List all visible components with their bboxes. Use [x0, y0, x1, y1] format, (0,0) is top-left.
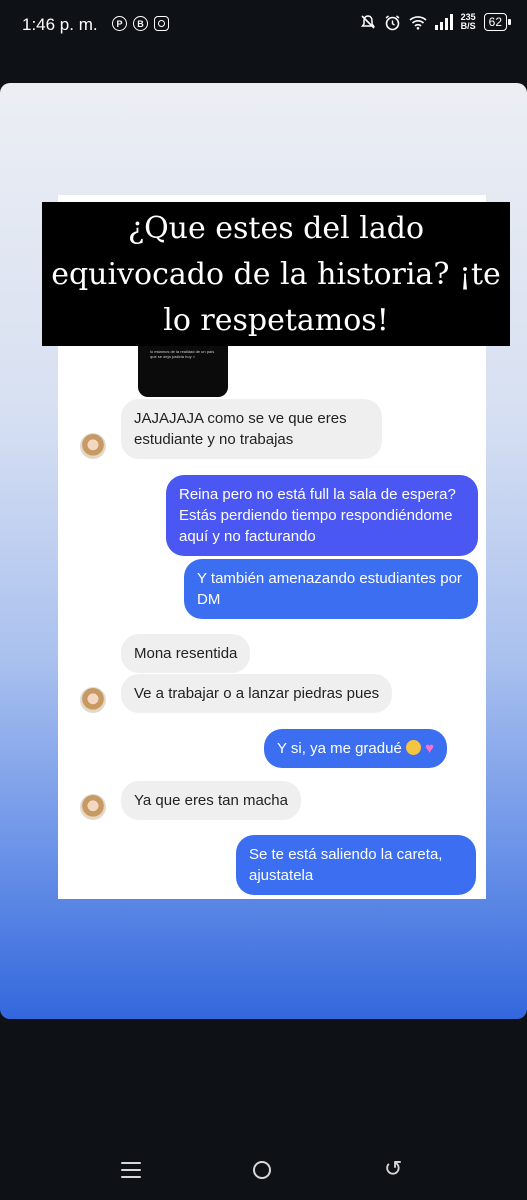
notification-icons: P B	[112, 16, 169, 31]
status-time: 1:46 p. m.	[22, 15, 98, 34]
wifi-icon	[409, 15, 427, 30]
mute-bell-icon	[360, 15, 375, 29]
story-headline: ¿Que estes del lado equivocado de la his…	[42, 202, 510, 346]
avatar	[80, 687, 106, 713]
back-icon[interactable]: ↺	[384, 1156, 402, 1182]
message-sent: Y también amenazando estudiantes por DM	[184, 559, 478, 619]
b-icon: B	[133, 16, 148, 31]
hearts-emoji-icon: ♥	[425, 740, 435, 757]
navigation-bar: ↺	[0, 1140, 527, 1200]
signal-icon	[434, 14, 453, 30]
system-icons: 235 B/S 62	[360, 12, 512, 31]
recent-apps-icon[interactable]	[121, 1162, 141, 1179]
message-sent: Y si, ya me gradué ♥	[264, 729, 448, 768]
avatar	[80, 794, 106, 820]
message-received: Ya que eres tan macha	[121, 781, 301, 820]
message-received: Ve a trabajar o a lanzar piedras pues	[121, 674, 393, 713]
pinterest-icon: P	[112, 16, 127, 31]
alarm-icon	[385, 14, 400, 30]
message-sent: Reina pero no está full la sala de esper…	[166, 475, 478, 556]
network-speed: 235 B/S	[460, 12, 476, 31]
avatar	[80, 433, 106, 459]
home-icon[interactable]	[253, 1161, 271, 1179]
message-sent: Se te está saliendo la careta, ajustatel…	[236, 835, 476, 895]
message-received: Mona resentida	[121, 634, 251, 673]
status-bar: 1:46 p. m. P B 235 B/S 62	[0, 0, 527, 52]
story-card[interactable]: lo estamos de la realidad de un país que…	[0, 83, 527, 1019]
message-received: JAJAJAJA como se ve que eres estudiante …	[121, 399, 382, 459]
instagram-icon	[154, 16, 169, 31]
shared-post-thumbnail: lo estamos de la realidad de un país que…	[138, 341, 228, 397]
battery-indicator: 62	[483, 13, 512, 31]
smile-emoji-icon	[405, 740, 421, 755]
